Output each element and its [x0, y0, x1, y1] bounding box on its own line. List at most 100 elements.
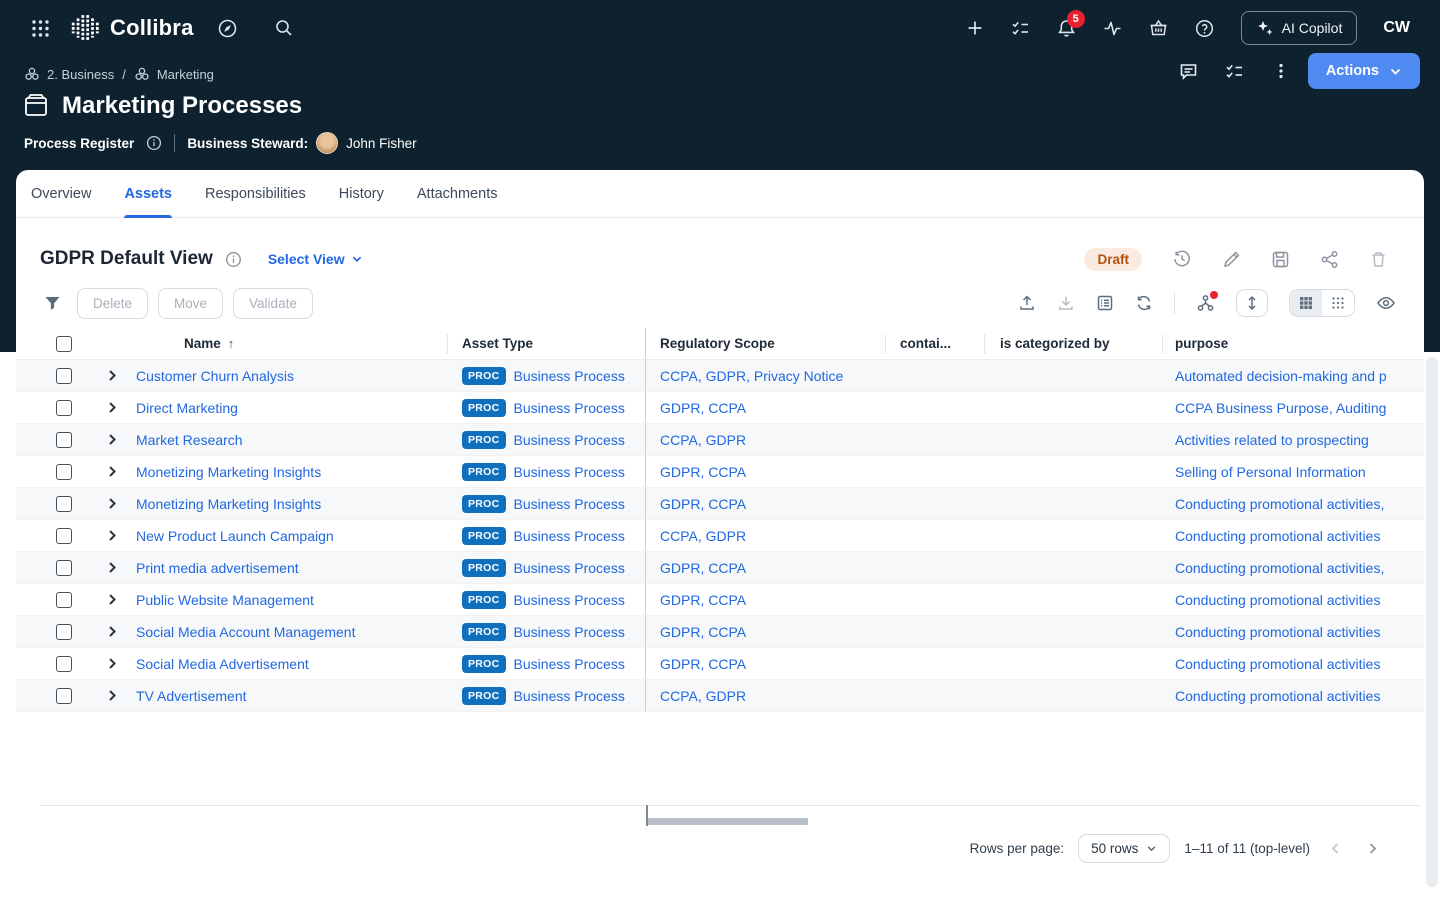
column-header-purpose[interactable]: purpose	[1163, 334, 1424, 354]
regulatory-scope-link[interactable]: CCPA, GDPR	[660, 528, 746, 544]
row-checkbox[interactable]	[56, 688, 72, 704]
row-checkbox[interactable]	[56, 528, 72, 544]
sort-ascending-icon[interactable]: ↑	[228, 336, 235, 351]
tasks-icon[interactable]	[1001, 8, 1041, 48]
asset-name-link[interactable]: Monetizing Marketing Insights	[136, 464, 321, 480]
regulatory-scope-link[interactable]: GDPR, CCPA	[660, 656, 746, 672]
row-height-icon[interactable]	[1236, 289, 1268, 317]
asset-type-link[interactable]: Business Process	[514, 496, 625, 512]
regulatory-scope-link[interactable]: CCPA, GDPR, Privacy Notice	[660, 368, 843, 384]
regulatory-scope-link[interactable]: CCPA, GDPR	[660, 432, 746, 448]
regulatory-scope-link[interactable]: GDPR, CCPA	[660, 400, 746, 416]
column-header-asset-type[interactable]: Asset Type	[448, 328, 646, 359]
row-checkbox[interactable]	[56, 592, 72, 608]
view-history-icon[interactable]	[1172, 249, 1192, 269]
asset-type-link[interactable]: Business Process	[514, 688, 625, 704]
next-page-button[interactable]	[1361, 837, 1384, 860]
steward-name[interactable]: John Fisher	[346, 136, 417, 151]
import-upload-icon[interactable]	[1018, 294, 1036, 312]
asset-name-link[interactable]: Direct Marketing	[136, 400, 238, 416]
row-checkbox[interactable]	[56, 368, 72, 384]
expand-chevron-icon[interactable]	[88, 465, 136, 478]
checklist-icon[interactable]	[1216, 52, 1254, 90]
ai-copilot-button[interactable]: AI Copilot	[1241, 11, 1358, 45]
notifications-bell-icon[interactable]: 5	[1047, 8, 1087, 48]
asset-type-link[interactable]: Business Process	[514, 528, 625, 544]
asset-name-link[interactable]: Market Research	[136, 432, 243, 448]
info-icon[interactable]	[146, 135, 162, 151]
create-plus-icon[interactable]	[955, 8, 995, 48]
validate-button[interactable]: Validate	[233, 288, 313, 319]
steward-avatar[interactable]	[316, 132, 338, 154]
apps-grid-icon[interactable]	[20, 8, 60, 48]
refresh-icon[interactable]	[1135, 294, 1153, 312]
expand-chevron-icon[interactable]	[88, 529, 136, 542]
purpose-link[interactable]: CCPA Business Purpose, Auditing	[1175, 400, 1386, 416]
share-icon[interactable]	[1320, 250, 1339, 269]
tab-overview[interactable]: Overview	[31, 170, 91, 218]
rows-per-page-select[interactable]: 50 rows	[1078, 834, 1170, 863]
move-button[interactable]: Move	[158, 288, 223, 319]
purpose-link[interactable]: Conducting promotional activities	[1175, 592, 1380, 608]
asset-type-link[interactable]: Business Process	[514, 368, 625, 384]
marketplace-basket-icon[interactable]	[1139, 8, 1179, 48]
asset-type-link[interactable]: Business Process	[514, 400, 625, 416]
column-header-name[interactable]: Name ↑	[136, 334, 448, 354]
delete-view-trash-icon[interactable]	[1369, 250, 1388, 269]
select-view-dropdown[interactable]: Select View	[268, 251, 363, 267]
edit-pencil-icon[interactable]	[1222, 250, 1241, 269]
hierarchy-icon[interactable]	[1196, 294, 1215, 313]
breadcrumb-item-business[interactable]: 2. Business	[24, 66, 114, 82]
actions-button[interactable]: Actions	[1308, 53, 1420, 89]
help-icon[interactable]	[1185, 8, 1225, 48]
asset-name-link[interactable]: Social Media Account Management	[136, 624, 355, 640]
asset-name-link[interactable]: TV Advertisement	[136, 688, 247, 704]
row-checkbox[interactable]	[56, 496, 72, 512]
expand-chevron-icon[interactable]	[88, 625, 136, 638]
regulatory-scope-link[interactable]: GDPR, CCPA	[660, 496, 746, 512]
regulatory-scope-link[interactable]: GDPR, CCPA	[660, 560, 746, 576]
delete-button[interactable]: Delete	[77, 288, 148, 319]
save-view-icon[interactable]	[1271, 250, 1290, 269]
horizontal-scrollbar[interactable]	[648, 818, 808, 825]
purpose-link[interactable]: Selling of Personal Information	[1175, 464, 1366, 480]
row-checkbox[interactable]	[56, 560, 72, 576]
regulatory-scope-link[interactable]: GDPR, CCPA	[660, 624, 746, 640]
asset-type-link[interactable]: Business Process	[514, 656, 625, 672]
tab-history[interactable]: History	[339, 170, 384, 218]
asset-name-link[interactable]: Customer Churn Analysis	[136, 368, 294, 384]
purpose-link[interactable]: Conducting promotional activities	[1175, 624, 1380, 640]
view-info-icon[interactable]	[225, 251, 242, 268]
preview-eye-icon[interactable]	[1376, 293, 1396, 313]
compass-icon[interactable]	[208, 8, 248, 48]
breadcrumb-item-marketing[interactable]: Marketing	[134, 66, 214, 82]
expand-chevron-icon[interactable]	[88, 561, 136, 574]
filter-funnel-icon[interactable]	[44, 295, 61, 312]
table-view-toggle[interactable]	[1290, 290, 1322, 316]
expand-chevron-icon[interactable]	[88, 497, 136, 510]
row-checkbox[interactable]	[56, 464, 72, 480]
row-checkbox[interactable]	[56, 400, 72, 416]
tile-view-toggle[interactable]	[1322, 290, 1354, 316]
activity-pulse-icon[interactable]	[1093, 8, 1133, 48]
purpose-link[interactable]: Activities related to prospecting	[1175, 432, 1369, 448]
form-view-icon[interactable]	[1096, 294, 1114, 312]
column-header-contains[interactable]: contai...	[886, 334, 985, 354]
regulatory-scope-link[interactable]: GDPR, CCPA	[660, 592, 746, 608]
asset-type-link[interactable]: Business Process	[514, 432, 625, 448]
expand-chevron-icon[interactable]	[88, 369, 136, 382]
comments-icon[interactable]	[1170, 52, 1208, 90]
asset-type-link[interactable]: Business Process	[514, 624, 625, 640]
regulatory-scope-link[interactable]: CCPA, GDPR	[660, 688, 746, 704]
export-download-icon[interactable]	[1057, 294, 1075, 312]
purpose-link[interactable]: Automated decision-making and p	[1175, 368, 1387, 384]
tab-responsibilities[interactable]: Responsibilities	[205, 170, 306, 218]
row-checkbox[interactable]	[56, 624, 72, 640]
asset-name-link[interactable]: Social Media Advertisement	[136, 656, 309, 672]
tab-attachments[interactable]: Attachments	[417, 170, 498, 218]
expand-chevron-icon[interactable]	[88, 401, 136, 414]
purpose-link[interactable]: Conducting promotional activities,	[1175, 560, 1384, 576]
page-vertical-scrollbar[interactable]	[1426, 357, 1438, 887]
asset-name-link[interactable]: New Product Launch Campaign	[136, 528, 334, 544]
asset-type-link[interactable]: Business Process	[514, 560, 625, 576]
